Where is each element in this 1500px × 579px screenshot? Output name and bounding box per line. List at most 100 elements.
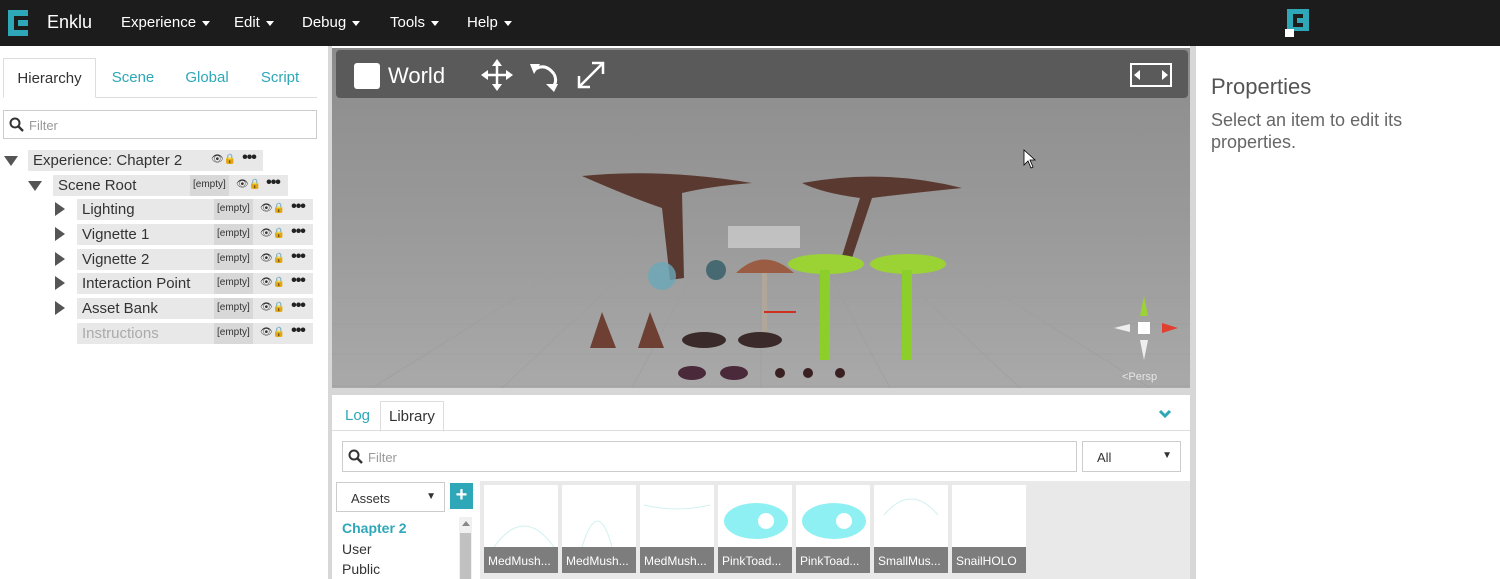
enklu-logo-icon[interactable] (8, 10, 30, 36)
tab-global[interactable]: Global (176, 58, 238, 98)
more-menu-button[interactable]: ••• (285, 198, 311, 219)
scroll-up-icon[interactable] (462, 521, 470, 526)
scene-render (332, 48, 1190, 388)
asset-tile[interactable]: PinkToad... (718, 485, 792, 573)
user-avatar-icon[interactable] (1285, 9, 1309, 37)
visibility-lock-icon[interactable]: 👁🔒 (260, 302, 285, 313)
search-icon (348, 449, 363, 464)
dropdown-arrow-icon: ▼ (1162, 450, 1172, 461)
properties-title: Properties (1211, 74, 1312, 99)
tree-node-lighting[interactable]: Lighting [empty] 👁🔒 ••• (77, 198, 313, 220)
tree-node-vignette-1[interactable]: Vignette 1 [empty] 👁🔒 ••• (77, 223, 313, 245)
empty-badge: [empty] (214, 298, 253, 319)
scene-viewport[interactable]: World <Persp (332, 48, 1190, 388)
tab-hierarchy[interactable]: Hierarchy (3, 58, 96, 98)
menu-help[interactable]: Help (467, 14, 512, 31)
viewport-toolbar: World (336, 50, 1188, 98)
visibility-lock-icon[interactable]: 👁🔒 (211, 154, 236, 165)
tab-scene[interactable]: Scene (104, 58, 162, 98)
camera-mode-label[interactable]: <Persp (1122, 371, 1157, 383)
hierarchy-filter-input[interactable]: Filter (3, 110, 317, 139)
asset-tile[interactable]: MedMush... (484, 485, 558, 573)
library-source-chapter-2[interactable]: Chapter 2 (342, 520, 407, 536)
tree-node-instructions[interactable]: Instructions [empty] 👁🔒 ••• (77, 322, 313, 344)
expand-toggle-icon[interactable] (55, 301, 65, 315)
asset-name: PinkToad... (718, 547, 792, 573)
brand-name: Enklu (47, 12, 93, 32)
asset-thumbnail (952, 485, 1026, 547)
tree-node-interaction-point[interactable]: Interaction Point [empty] 👁🔒 ••• (77, 272, 313, 294)
filter-placeholder: Filter (368, 450, 397, 465)
tab-script[interactable]: Script (252, 58, 308, 98)
tree-node-scene-root[interactable]: Scene Root [empty] 👁🔒 ••• (53, 174, 288, 196)
left-panel: Hierarchy Scene Global Script Filter Exp… (0, 46, 328, 579)
move-tool-icon[interactable] (480, 58, 514, 92)
library-filter-input[interactable]: Filter (342, 441, 1077, 472)
expand-toggle-icon[interactable] (55, 252, 65, 266)
bottom-splitter[interactable] (332, 388, 1190, 395)
more-menu-button[interactable]: ••• (285, 272, 311, 293)
filter-placeholder: Filter (29, 118, 58, 133)
asset-source-select[interactable]: Assets ▼ (336, 482, 445, 512)
more-menu-button[interactable]: ••• (285, 322, 311, 343)
expand-toggle-icon[interactable] (55, 202, 65, 216)
scroll-thumb[interactable] (460, 533, 471, 579)
visibility-lock-icon[interactable]: 👁🔒 (260, 277, 285, 288)
empty-badge: [empty] (214, 199, 253, 220)
expand-toggle-icon[interactable] (55, 227, 65, 241)
asset-thumbnail (883, 498, 939, 516)
bottom-panel: Log Library Filter All ▼ Assets ▼ + Chapte… (332, 395, 1190, 579)
visibility-lock-icon[interactable]: 👁🔒 (260, 228, 285, 239)
tab-log[interactable]: Log (337, 401, 378, 430)
asset-type-select[interactable]: All ▼ (1082, 441, 1181, 472)
tab-library[interactable]: Library (380, 401, 444, 432)
menu-tools[interactable]: Tools (390, 14, 440, 31)
asset-thumbnail (581, 520, 613, 547)
more-menu-button[interactable]: ••• (236, 149, 262, 170)
asset-thumbnail (493, 525, 555, 547)
more-menu-button[interactable]: ••• (260, 174, 286, 195)
asset-tile[interactable]: PinkToad... (796, 485, 870, 573)
menu-experience[interactable]: Experience (121, 14, 211, 31)
expand-toggle-icon[interactable] (4, 156, 18, 166)
tree-node-vignette-2[interactable]: Vignette 2 [empty] 👁🔒 ••• (77, 248, 313, 270)
library-source-public[interactable]: Public (342, 561, 380, 577)
tab-divider (332, 430, 1190, 431)
visibility-lock-icon[interactable]: 👁🔒 (236, 179, 261, 190)
tab-divider (96, 97, 317, 98)
expand-toggle-icon[interactable] (55, 276, 65, 290)
empty-badge: [empty] (214, 323, 253, 344)
tree-node-asset-bank[interactable]: Asset Bank [empty] 👁🔒 ••• (77, 297, 313, 319)
visibility-lock-icon[interactable]: 👁🔒 (260, 327, 285, 338)
world-space-checkbox[interactable] (354, 63, 380, 89)
asset-name: MedMush... (562, 547, 636, 573)
more-menu-button[interactable]: ••• (285, 297, 311, 318)
asset-tile[interactable]: SmallMus... (874, 485, 948, 573)
properties-hint: Select an item to edit its properties. (1211, 110, 1403, 152)
library-source-user[interactable]: User (342, 541, 372, 557)
source-list-scrollbar[interactable] (459, 517, 472, 579)
visibility-lock-icon[interactable]: 👁🔒 (260, 203, 285, 214)
asset-tile[interactable]: MedMush... (562, 485, 636, 573)
asset-tile[interactable]: SnailHOLO (952, 485, 1026, 573)
expand-toggle-icon[interactable] (28, 181, 42, 191)
scale-tool-icon[interactable] (574, 58, 608, 92)
rotate-tool-icon[interactable] (528, 58, 562, 92)
menu-edit[interactable]: Edit (234, 14, 274, 31)
asset-tile[interactable]: MedMush... (640, 485, 714, 573)
world-space-label: World (388, 63, 446, 88)
dropdown-arrow-icon: ▼ (426, 491, 436, 502)
empty-badge: [empty] (214, 249, 253, 270)
tree-node-experience[interactable]: Experience: Chapter 2 👁🔒 ••• (28, 149, 263, 171)
visibility-lock-icon[interactable]: 👁🔒 (260, 253, 285, 264)
asset-name: SnailHOLO (952, 547, 1026, 573)
fullscreen-icon[interactable] (1130, 63, 1172, 87)
more-menu-button[interactable]: ••• (285, 248, 311, 269)
chevron-down-icon[interactable] (1158, 409, 1172, 419)
more-menu-button[interactable]: ••• (285, 223, 311, 244)
menu-debug[interactable]: Debug (302, 14, 361, 31)
empty-badge: [empty] (214, 273, 253, 294)
asset-thumbnail (724, 503, 788, 539)
add-asset-button[interactable]: + (450, 483, 473, 509)
empty-badge: [empty] (190, 175, 229, 196)
